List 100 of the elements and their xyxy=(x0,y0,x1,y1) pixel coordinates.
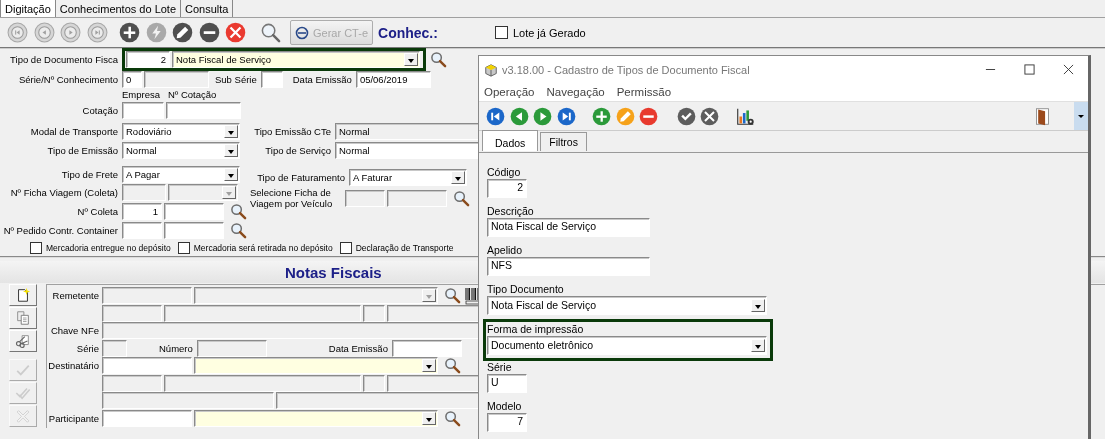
first-record-icon[interactable] xyxy=(486,106,505,126)
close-icon[interactable] xyxy=(700,106,719,126)
tab[interactable]: Filtros xyxy=(540,132,587,151)
tab[interactable]: Digitação xyxy=(0,0,56,17)
dropdown-field[interactable]: Normal xyxy=(122,141,240,159)
input-field[interactable] xyxy=(102,304,162,322)
dropdown-field[interactable]: Rodoviário xyxy=(122,122,240,140)
dropdown-field[interactable] xyxy=(194,357,438,375)
double-check-button[interactable] xyxy=(9,382,37,404)
input-field[interactable] xyxy=(387,189,447,207)
dropdown-button[interactable] xyxy=(224,124,238,138)
checkbox[interactable] xyxy=(494,26,508,39)
search-icon[interactable] xyxy=(230,202,247,220)
dropdown-button[interactable] xyxy=(422,359,436,373)
check-icon[interactable] xyxy=(676,106,696,126)
menu-item[interactable]: Permissão xyxy=(616,86,672,98)
checkbox[interactable] xyxy=(177,241,190,254)
input-field[interactable] xyxy=(122,101,164,119)
checkbox[interactable] xyxy=(339,241,352,254)
field-label: Tipo de Faturamento xyxy=(257,171,345,183)
dropdown-button[interactable] xyxy=(751,299,765,312)
input-field[interactable] xyxy=(102,339,127,357)
input-field[interactable] xyxy=(122,221,162,239)
plus-icon[interactable] xyxy=(119,22,140,43)
field-label: Modal de Transporte xyxy=(30,125,118,137)
dropdown-button[interactable] xyxy=(224,167,238,181)
input-field[interactable]: NFS xyxy=(487,257,650,276)
close-button[interactable] xyxy=(9,405,37,427)
input-field[interactable] xyxy=(363,374,385,392)
dropdown-button[interactable] xyxy=(751,339,765,352)
dropdown-field[interactable]: Nota Fiscal de Serviço xyxy=(487,296,767,315)
search-icon[interactable] xyxy=(259,22,281,43)
column-header: Empresa xyxy=(122,89,161,100)
dropdown-field[interactable] xyxy=(194,409,438,427)
minus-icon[interactable] xyxy=(198,22,220,43)
input-field[interactable]: Normal xyxy=(335,141,480,159)
next-icon[interactable] xyxy=(533,106,552,126)
dropdown-field[interactable] xyxy=(168,183,238,201)
input-field[interactable] xyxy=(196,339,267,357)
input-field[interactable]: Nota Fiscal de Serviço xyxy=(487,218,650,237)
input-field[interactable] xyxy=(164,202,224,220)
dropdown-button[interactable] xyxy=(422,411,436,425)
checkbox-label: Mercadoria será retirada no depósito xyxy=(193,242,333,253)
menu-item[interactable]: Operação xyxy=(484,86,535,98)
input-field[interactable] xyxy=(391,339,462,357)
chart-settings-icon[interactable] xyxy=(735,106,755,126)
input-field[interactable]: U xyxy=(487,374,527,393)
search-icon[interactable] xyxy=(444,409,461,427)
scissors-button[interactable] xyxy=(9,330,37,352)
tab[interactable]: Dados xyxy=(482,130,539,151)
checkbox[interactable] xyxy=(30,241,42,254)
search-icon[interactable] xyxy=(453,189,470,207)
copy-button[interactable] xyxy=(9,307,37,329)
previous-icon[interactable] xyxy=(509,106,529,126)
dropdown-button[interactable] xyxy=(404,53,418,66)
input-field[interactable] xyxy=(102,409,192,427)
input-field[interactable] xyxy=(102,357,192,375)
input-field[interactable] xyxy=(102,287,192,305)
dropdown-field[interactable]: A Faturar xyxy=(349,168,467,186)
maximize-icon[interactable] xyxy=(1024,64,1035,75)
dropdown-button[interactable] xyxy=(451,170,465,184)
dropdown-field[interactable] xyxy=(194,287,438,305)
search-icon[interactable] xyxy=(230,221,247,239)
pencil-icon[interactable] xyxy=(172,22,193,43)
close-icon[interactable] xyxy=(225,22,246,43)
new-document-button[interactable] xyxy=(9,284,37,306)
input-field[interactable] xyxy=(102,374,162,392)
input-field[interactable] xyxy=(363,304,385,322)
dropdown-field[interactable]: Nota Fiscal de Serviço xyxy=(172,51,420,68)
input-field[interactable] xyxy=(166,101,241,119)
overflow-button[interactable] xyxy=(1074,102,1088,130)
input-field[interactable] xyxy=(164,374,361,392)
field-label: Tipo de Documento Fisca xyxy=(10,54,118,65)
search-icon[interactable] xyxy=(430,51,447,68)
dropdown-field[interactable]: A Pagar xyxy=(122,165,240,183)
input-field[interactable] xyxy=(102,392,274,410)
input-field[interactable] xyxy=(164,304,361,322)
field-label: Série xyxy=(487,361,513,373)
search-icon[interactable] xyxy=(444,287,461,305)
checkbox-label: Mercadoria entregue no depósito xyxy=(46,242,171,253)
last-record-icon[interactable] xyxy=(556,106,576,126)
field-label: Cotação xyxy=(82,104,118,116)
input-field[interactable]: 2 xyxy=(487,179,527,198)
input-field[interactable] xyxy=(387,374,481,392)
minus-icon[interactable] xyxy=(639,106,658,126)
input-field[interactable] xyxy=(164,221,224,239)
input-field[interactable] xyxy=(345,189,385,207)
dropdown-button[interactable] xyxy=(224,143,238,157)
plus-icon[interactable] xyxy=(592,106,611,126)
close-icon[interactable] xyxy=(1063,64,1074,75)
door-icon[interactable] xyxy=(1033,106,1052,126)
dropdown-field[interactable]: Documento eletrônico xyxy=(487,336,767,355)
search-icon[interactable] xyxy=(444,357,461,375)
input-field[interactable]: 1 xyxy=(122,202,162,220)
input-field[interactable]: 2 xyxy=(126,51,170,68)
input-field[interactable]: Normal xyxy=(335,122,480,140)
input-field[interactable]: 7 xyxy=(487,413,527,432)
check-button[interactable] xyxy=(9,359,37,381)
menu-item[interactable]: Navegação xyxy=(546,86,605,98)
input-field[interactable] xyxy=(387,304,481,322)
